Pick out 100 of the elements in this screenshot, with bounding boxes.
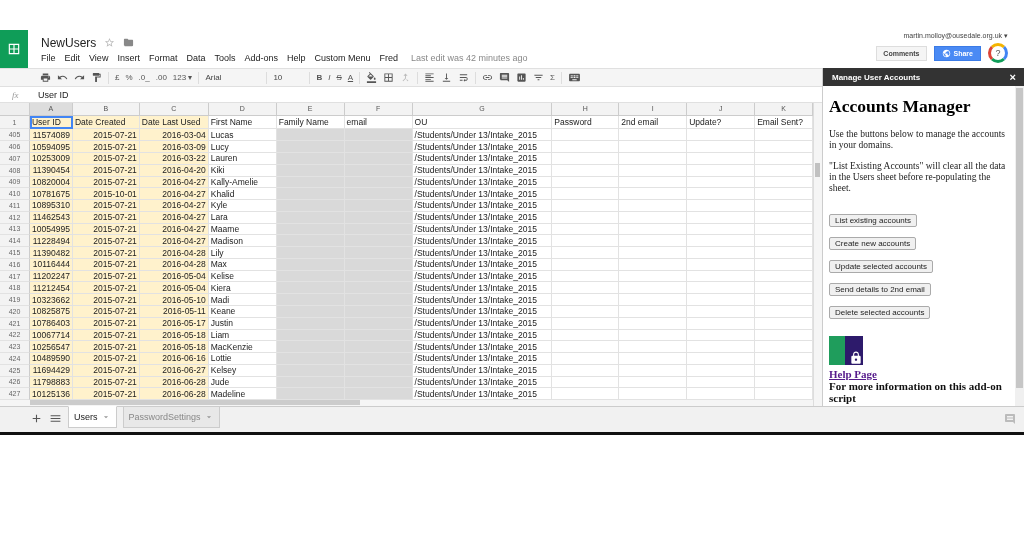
table-cell: 11212454 bbox=[29, 282, 73, 295]
percent-format[interactable]: % bbox=[125, 73, 133, 82]
table-cell: /Students/Under 13/Intake_2015 bbox=[412, 153, 553, 165]
menu-item[interactable]: Format bbox=[148, 52, 178, 63]
table-cell: 10489590 bbox=[29, 353, 73, 365]
action-button[interactable]: Delete selected accounts bbox=[829, 306, 931, 319]
table-cell bbox=[276, 294, 345, 306]
table-cell bbox=[619, 341, 688, 354]
table-cell bbox=[687, 200, 756, 212]
italic-button[interactable]: I bbox=[328, 73, 331, 82]
table-cell bbox=[687, 188, 756, 201]
table-cell bbox=[276, 388, 345, 401]
table-cell bbox=[552, 129, 620, 142]
sheet-tab[interactable]: Users bbox=[68, 406, 117, 428]
table-cell: 2015-07-21 bbox=[72, 282, 140, 295]
table-cell bbox=[552, 188, 620, 201]
document-title[interactable]: NewUsers bbox=[41, 35, 97, 50]
sidebar-title: Manage User Accounts bbox=[832, 72, 921, 82]
decrease-decimals[interactable]: .0_ bbox=[138, 73, 150, 82]
table-cell bbox=[276, 235, 345, 248]
action-button[interactable]: Update selected accounts bbox=[829, 260, 934, 273]
table-cell: /Students/Under 13/Intake_2015 bbox=[412, 388, 553, 401]
table-cell bbox=[619, 141, 688, 153]
table-cell: 10125136 bbox=[29, 388, 73, 401]
link-icon[interactable] bbox=[482, 72, 494, 83]
paint-format-icon[interactable] bbox=[91, 72, 102, 83]
table-cell bbox=[344, 153, 413, 165]
chart-icon[interactable] bbox=[516, 72, 528, 83]
addon-logo-icon bbox=[829, 336, 863, 365]
strikethrough-button[interactable]: S bbox=[336, 73, 342, 82]
font-select[interactable]: Arial bbox=[205, 73, 261, 82]
menu-item[interactable]: Tools bbox=[214, 52, 236, 63]
table-cell bbox=[276, 247, 345, 259]
action-button[interactable]: Create new accounts bbox=[829, 237, 917, 250]
table-cell bbox=[687, 235, 756, 248]
menu-item[interactable]: Data bbox=[186, 52, 206, 63]
star-icon[interactable] bbox=[104, 37, 116, 48]
functions-button[interactable]: Σ bbox=[550, 73, 556, 82]
table-cell: Lauren bbox=[208, 153, 277, 165]
menu-item[interactable]: Add-ons bbox=[244, 52, 278, 63]
print-icon[interactable] bbox=[40, 72, 51, 83]
close-button[interactable]: × bbox=[1009, 71, 1016, 83]
fill-color-icon[interactable] bbox=[366, 72, 378, 83]
vertical-align-icon[interactable] bbox=[441, 72, 453, 83]
keyboard-icon[interactable] bbox=[568, 71, 582, 84]
more-formats[interactable]: 123 ▾ bbox=[172, 73, 193, 82]
filter-icon[interactable] bbox=[533, 72, 545, 83]
align-icon[interactable] bbox=[424, 72, 436, 83]
menu-item[interactable]: File bbox=[41, 52, 56, 63]
increase-decimals[interactable]: .00 bbox=[155, 73, 167, 82]
action-button[interactable]: Send details to 2nd email bbox=[829, 283, 931, 296]
bold-button[interactable]: B bbox=[316, 73, 323, 82]
wrap-text-icon[interactable] bbox=[458, 72, 470, 83]
table-cell: MacKenzie bbox=[208, 341, 277, 354]
table-cell: /Students/Under 13/Intake_2015 bbox=[412, 129, 553, 142]
help-button[interactable]: ? bbox=[988, 43, 1008, 63]
menu-item[interactable]: Edit bbox=[64, 52, 81, 63]
scrollbar-thumb[interactable] bbox=[815, 163, 820, 177]
text-color-button[interactable]: A bbox=[347, 73, 354, 82]
table-cell bbox=[276, 341, 345, 354]
table-cell bbox=[619, 153, 688, 165]
table-cell: 2015-07-21 bbox=[72, 141, 140, 153]
globe-icon bbox=[941, 48, 951, 58]
table-cell: /Students/Under 13/Intake_2015 bbox=[412, 294, 553, 306]
table-cell bbox=[552, 235, 620, 248]
menu-item[interactable]: Custom Menu bbox=[314, 52, 371, 63]
table-cell bbox=[276, 188, 345, 201]
font-size-select[interactable]: 10 bbox=[273, 73, 304, 82]
last-edit-text[interactable]: Last edit was 42 minutes ago bbox=[411, 52, 528, 63]
folder-icon[interactable] bbox=[123, 37, 135, 48]
sidebar-paragraph: "List Existing Accounts" will clear all the data in the Users sheet before re-populating the sheet. bbox=[829, 161, 1007, 194]
menu-item[interactable]: Fred bbox=[379, 52, 399, 63]
scrollbar-thumb[interactable] bbox=[30, 400, 360, 406]
menu-item[interactable]: View bbox=[89, 52, 109, 63]
table-cell: 10594095 bbox=[29, 141, 73, 153]
table-cell bbox=[552, 153, 620, 165]
table-cell bbox=[276, 153, 345, 165]
scrollbar-thumb[interactable] bbox=[1016, 88, 1023, 388]
table-cell: 2016-03-04 bbox=[139, 129, 209, 142]
table-cell: 2015-07-21 bbox=[72, 294, 140, 306]
table-cell: 2016-04-27 bbox=[139, 235, 209, 248]
help-link[interactable]: Help Page bbox=[829, 368, 1009, 380]
table-cell bbox=[619, 282, 688, 295]
table-cell: /Students/Under 13/Intake_2015 bbox=[412, 188, 553, 201]
menu-item[interactable]: Help bbox=[287, 52, 306, 63]
table-cell: Lucas bbox=[208, 129, 277, 142]
comment-icon[interactable] bbox=[499, 72, 511, 83]
sheet-tab-label[interactable]: Users bbox=[74, 412, 98, 422]
currency-format[interactable]: £ bbox=[115, 73, 120, 82]
table-cell: 2016-06-16 bbox=[139, 353, 209, 365]
action-button[interactable]: List existing accounts bbox=[829, 214, 918, 227]
table-cell bbox=[687, 353, 756, 365]
table-cell: Madeline bbox=[208, 388, 277, 401]
menu-item[interactable]: Insert bbox=[117, 52, 140, 63]
table-cell bbox=[344, 235, 413, 248]
formula-field[interactable]: User ID bbox=[38, 89, 69, 100]
borders-icon[interactable] bbox=[383, 72, 395, 83]
table-cell bbox=[344, 141, 413, 153]
table-cell bbox=[344, 388, 413, 401]
table-cell bbox=[276, 141, 345, 153]
